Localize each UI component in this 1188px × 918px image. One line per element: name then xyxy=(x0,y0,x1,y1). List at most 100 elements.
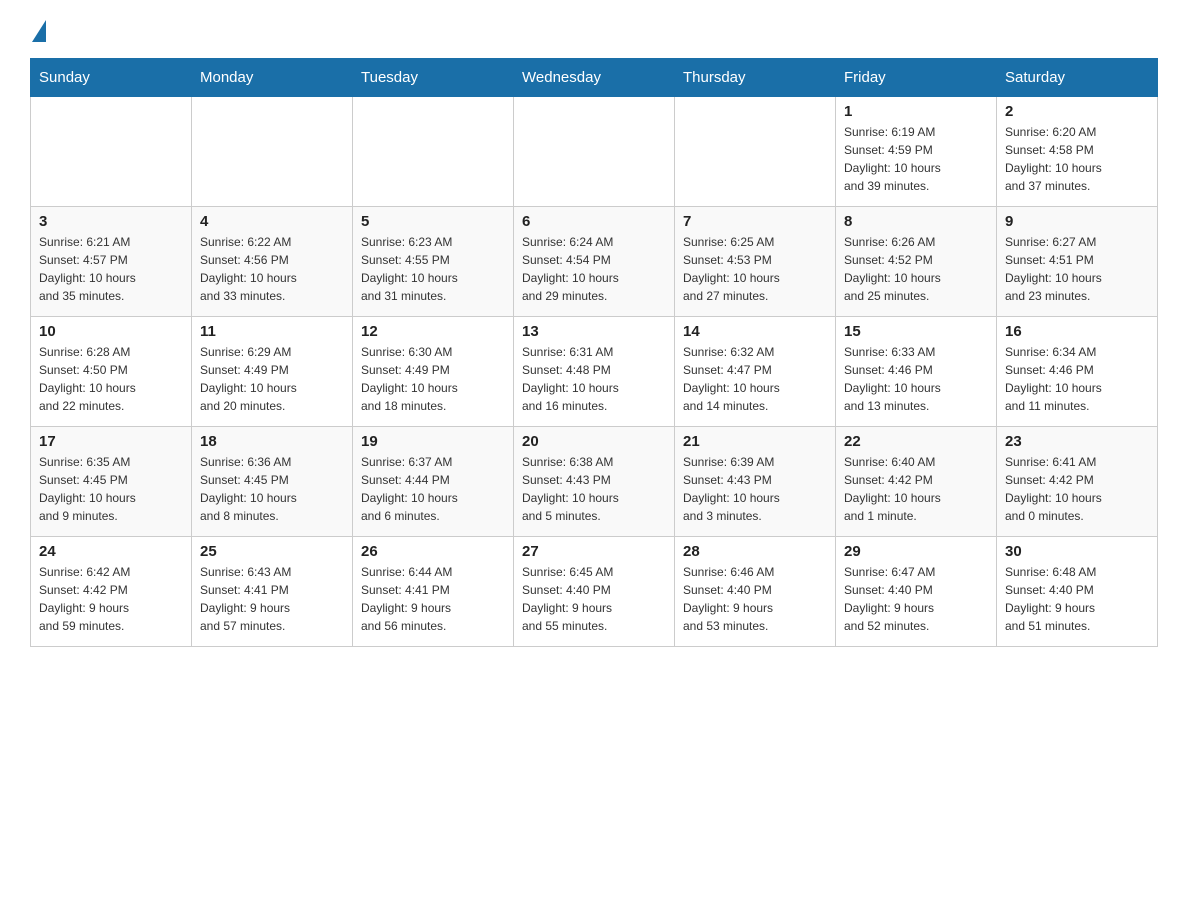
calendar-cell: 30 Sunrise: 6:48 AMSunset: 4:40 PMDayligh… xyxy=(997,537,1158,647)
calendar-body: 1 Sunrise: 6:19 AMSunset: 4:59 PMDaylight… xyxy=(31,97,1158,647)
day-info: Sunrise: 6:45 AMSunset: 4:40 PMDaylight:… xyxy=(522,563,666,635)
calendar-cell: 29 Sunrise: 6:47 AMSunset: 4:40 PMDayligh… xyxy=(836,537,997,647)
logo-top xyxy=(30,20,46,42)
day-info: Sunrise: 6:25 AMSunset: 4:53 PMDaylight:… xyxy=(683,233,827,305)
weekday-header-monday: Monday xyxy=(192,59,353,97)
day-number: 27 xyxy=(522,543,666,560)
weekday-header-tuesday: Tuesday xyxy=(353,59,514,97)
day-number: 9 xyxy=(1005,213,1149,230)
calendar-cell: 17 Sunrise: 6:35 AMSunset: 4:45 PMDayligh… xyxy=(31,427,192,537)
day-info: Sunrise: 6:23 AMSunset: 4:55 PMDaylight:… xyxy=(361,233,505,305)
calendar-cell: 24Sunrise: 6:42 AMSunset: 4:42 PMDayligh… xyxy=(31,537,192,647)
day-number: 11 xyxy=(200,323,344,340)
calendar-cell: 2Sunrise: 6:20 AMSunset: 4:58 PMDaylight… xyxy=(997,97,1158,207)
day-number: 30 xyxy=(1005,543,1149,560)
calendar-cell: 11 Sunrise: 6:29 AMSunset: 4:49 PMDayligh… xyxy=(192,317,353,427)
day-info: Sunrise: 6:34 AMSunset: 4:46 PMDaylight:… xyxy=(1005,343,1149,415)
calendar-cell xyxy=(192,97,353,207)
day-info: Sunrise: 6:35 AMSunset: 4:45 PMDaylight:… xyxy=(39,453,183,525)
calendar-cell: 10 Sunrise: 6:28 AMSunset: 4:50 PMDayligh… xyxy=(31,317,192,427)
calendar-week-row: 17 Sunrise: 6:35 AMSunset: 4:45 PMDayligh… xyxy=(31,427,1158,537)
weekday-header-friday: Friday xyxy=(836,59,997,97)
weekday-header-sunday: Sunday xyxy=(31,59,192,97)
day-info: Sunrise: 6:19 AMSunset: 4:59 PMDaylight:… xyxy=(844,123,988,195)
calendar-week-row: 3 Sunrise: 6:21 AMSunset: 4:57 PMDaylight… xyxy=(31,207,1158,317)
day-number: 15 xyxy=(844,323,988,340)
day-info: Sunrise: 6:28 AMSunset: 4:50 PMDaylight:… xyxy=(39,343,183,415)
day-info: Sunrise: 6:44 AMSunset: 4:41 PMDaylight:… xyxy=(361,563,505,635)
page-header xyxy=(30,20,1158,38)
calendar-cell: 1 Sunrise: 6:19 AMSunset: 4:59 PMDaylight… xyxy=(836,97,997,207)
day-number: 19 xyxy=(361,433,505,450)
weekday-header-wednesday: Wednesday xyxy=(514,59,675,97)
day-number: 26 xyxy=(361,543,505,560)
day-info: Sunrise: 6:39 AMSunset: 4:43 PMDaylight:… xyxy=(683,453,827,525)
day-info: Sunrise: 6:46 AMSunset: 4:40 PMDaylight:… xyxy=(683,563,827,635)
day-info: Sunrise: 6:29 AMSunset: 4:49 PMDaylight:… xyxy=(200,343,344,415)
day-info: Sunrise: 6:43 AMSunset: 4:41 PMDaylight:… xyxy=(200,563,344,635)
day-info: Sunrise: 6:32 AMSunset: 4:47 PMDaylight:… xyxy=(683,343,827,415)
calendar-cell: 12Sunrise: 6:30 AMSunset: 4:49 PMDayligh… xyxy=(353,317,514,427)
calendar-cell: 22 Sunrise: 6:40 AMSunset: 4:42 PMDayligh… xyxy=(836,427,997,537)
calendar-cell: 8 Sunrise: 6:26 AMSunset: 4:52 PMDaylight… xyxy=(836,207,997,317)
calendar-cell: 16 Sunrise: 6:34 AMSunset: 4:46 PMDayligh… xyxy=(997,317,1158,427)
day-info: Sunrise: 6:36 AMSunset: 4:45 PMDaylight:… xyxy=(200,453,344,525)
day-number: 1 xyxy=(844,103,988,120)
calendar-cell: 25 Sunrise: 6:43 AMSunset: 4:41 PMDayligh… xyxy=(192,537,353,647)
day-number: 18 xyxy=(200,433,344,450)
calendar-cell: 28 Sunrise: 6:46 AMSunset: 4:40 PMDayligh… xyxy=(675,537,836,647)
day-number: 14 xyxy=(683,323,827,340)
day-info: Sunrise: 6:22 AMSunset: 4:56 PMDaylight:… xyxy=(200,233,344,305)
calendar-cell: 18 Sunrise: 6:36 AMSunset: 4:45 PMDayligh… xyxy=(192,427,353,537)
day-number: 4 xyxy=(200,213,344,230)
calendar-week-row: 24Sunrise: 6:42 AMSunset: 4:42 PMDayligh… xyxy=(31,537,1158,647)
day-number: 25 xyxy=(200,543,344,560)
day-number: 13 xyxy=(522,323,666,340)
calendar-table: SundayMondayTuesdayWednesdayThursdayFrid… xyxy=(30,58,1158,647)
calendar-cell xyxy=(31,97,192,207)
day-number: 22 xyxy=(844,433,988,450)
day-number: 2 xyxy=(1005,103,1149,120)
day-info: Sunrise: 6:42 AMSunset: 4:42 PMDaylight:… xyxy=(39,563,183,635)
calendar-cell: 9Sunrise: 6:27 AMSunset: 4:51 PMDaylight… xyxy=(997,207,1158,317)
calendar-cell: 3 Sunrise: 6:21 AMSunset: 4:57 PMDaylight… xyxy=(31,207,192,317)
calendar-cell: 21 Sunrise: 6:39 AMSunset: 4:43 PMDayligh… xyxy=(675,427,836,537)
day-info: Sunrise: 6:24 AMSunset: 4:54 PMDaylight:… xyxy=(522,233,666,305)
day-number: 8 xyxy=(844,213,988,230)
day-info: Sunrise: 6:38 AMSunset: 4:43 PMDaylight:… xyxy=(522,453,666,525)
day-number: 6 xyxy=(522,213,666,230)
calendar-cell xyxy=(675,97,836,207)
calendar-cell: 14 Sunrise: 6:32 AMSunset: 4:47 PMDayligh… xyxy=(675,317,836,427)
calendar-cell: 7 Sunrise: 6:25 AMSunset: 4:53 PMDaylight… xyxy=(675,207,836,317)
day-number: 12 xyxy=(361,323,505,340)
day-info: Sunrise: 6:41 AMSunset: 4:42 PMDaylight:… xyxy=(1005,453,1149,525)
day-number: 7 xyxy=(683,213,827,230)
logo-triangle-icon xyxy=(32,20,46,42)
day-number: 23 xyxy=(1005,433,1149,450)
calendar-cell: 6 Sunrise: 6:24 AMSunset: 4:54 PMDaylight… xyxy=(514,207,675,317)
calendar-cell: 27 Sunrise: 6:45 AMSunset: 4:40 PMDayligh… xyxy=(514,537,675,647)
calendar-cell: 5 Sunrise: 6:23 AMSunset: 4:55 PMDaylight… xyxy=(353,207,514,317)
day-number: 10 xyxy=(39,323,183,340)
day-info: Sunrise: 6:33 AMSunset: 4:46 PMDaylight:… xyxy=(844,343,988,415)
day-info: Sunrise: 6:21 AMSunset: 4:57 PMDaylight:… xyxy=(39,233,183,305)
day-number: 28 xyxy=(683,543,827,560)
calendar-cell xyxy=(514,97,675,207)
day-info: Sunrise: 6:26 AMSunset: 4:52 PMDaylight:… xyxy=(844,233,988,305)
calendar-cell: 15 Sunrise: 6:33 AMSunset: 4:46 PMDayligh… xyxy=(836,317,997,427)
day-number: 17 xyxy=(39,433,183,450)
day-number: 29 xyxy=(844,543,988,560)
day-number: 5 xyxy=(361,213,505,230)
calendar-cell: 20Sunrise: 6:38 AMSunset: 4:43 PMDayligh… xyxy=(514,427,675,537)
day-info: Sunrise: 6:40 AMSunset: 4:42 PMDaylight:… xyxy=(844,453,988,525)
weekday-header-saturday: Saturday xyxy=(997,59,1158,97)
day-info: Sunrise: 6:31 AMSunset: 4:48 PMDaylight:… xyxy=(522,343,666,415)
day-number: 16 xyxy=(1005,323,1149,340)
calendar-cell xyxy=(353,97,514,207)
day-number: 21 xyxy=(683,433,827,450)
day-number: 3 xyxy=(39,213,183,230)
day-info: Sunrise: 6:47 AMSunset: 4:40 PMDaylight:… xyxy=(844,563,988,635)
calendar-week-row: 1 Sunrise: 6:19 AMSunset: 4:59 PMDaylight… xyxy=(31,97,1158,207)
day-info: Sunrise: 6:37 AMSunset: 4:44 PMDaylight:… xyxy=(361,453,505,525)
day-info: Sunrise: 6:48 AMSunset: 4:40 PMDaylight:… xyxy=(1005,563,1149,635)
